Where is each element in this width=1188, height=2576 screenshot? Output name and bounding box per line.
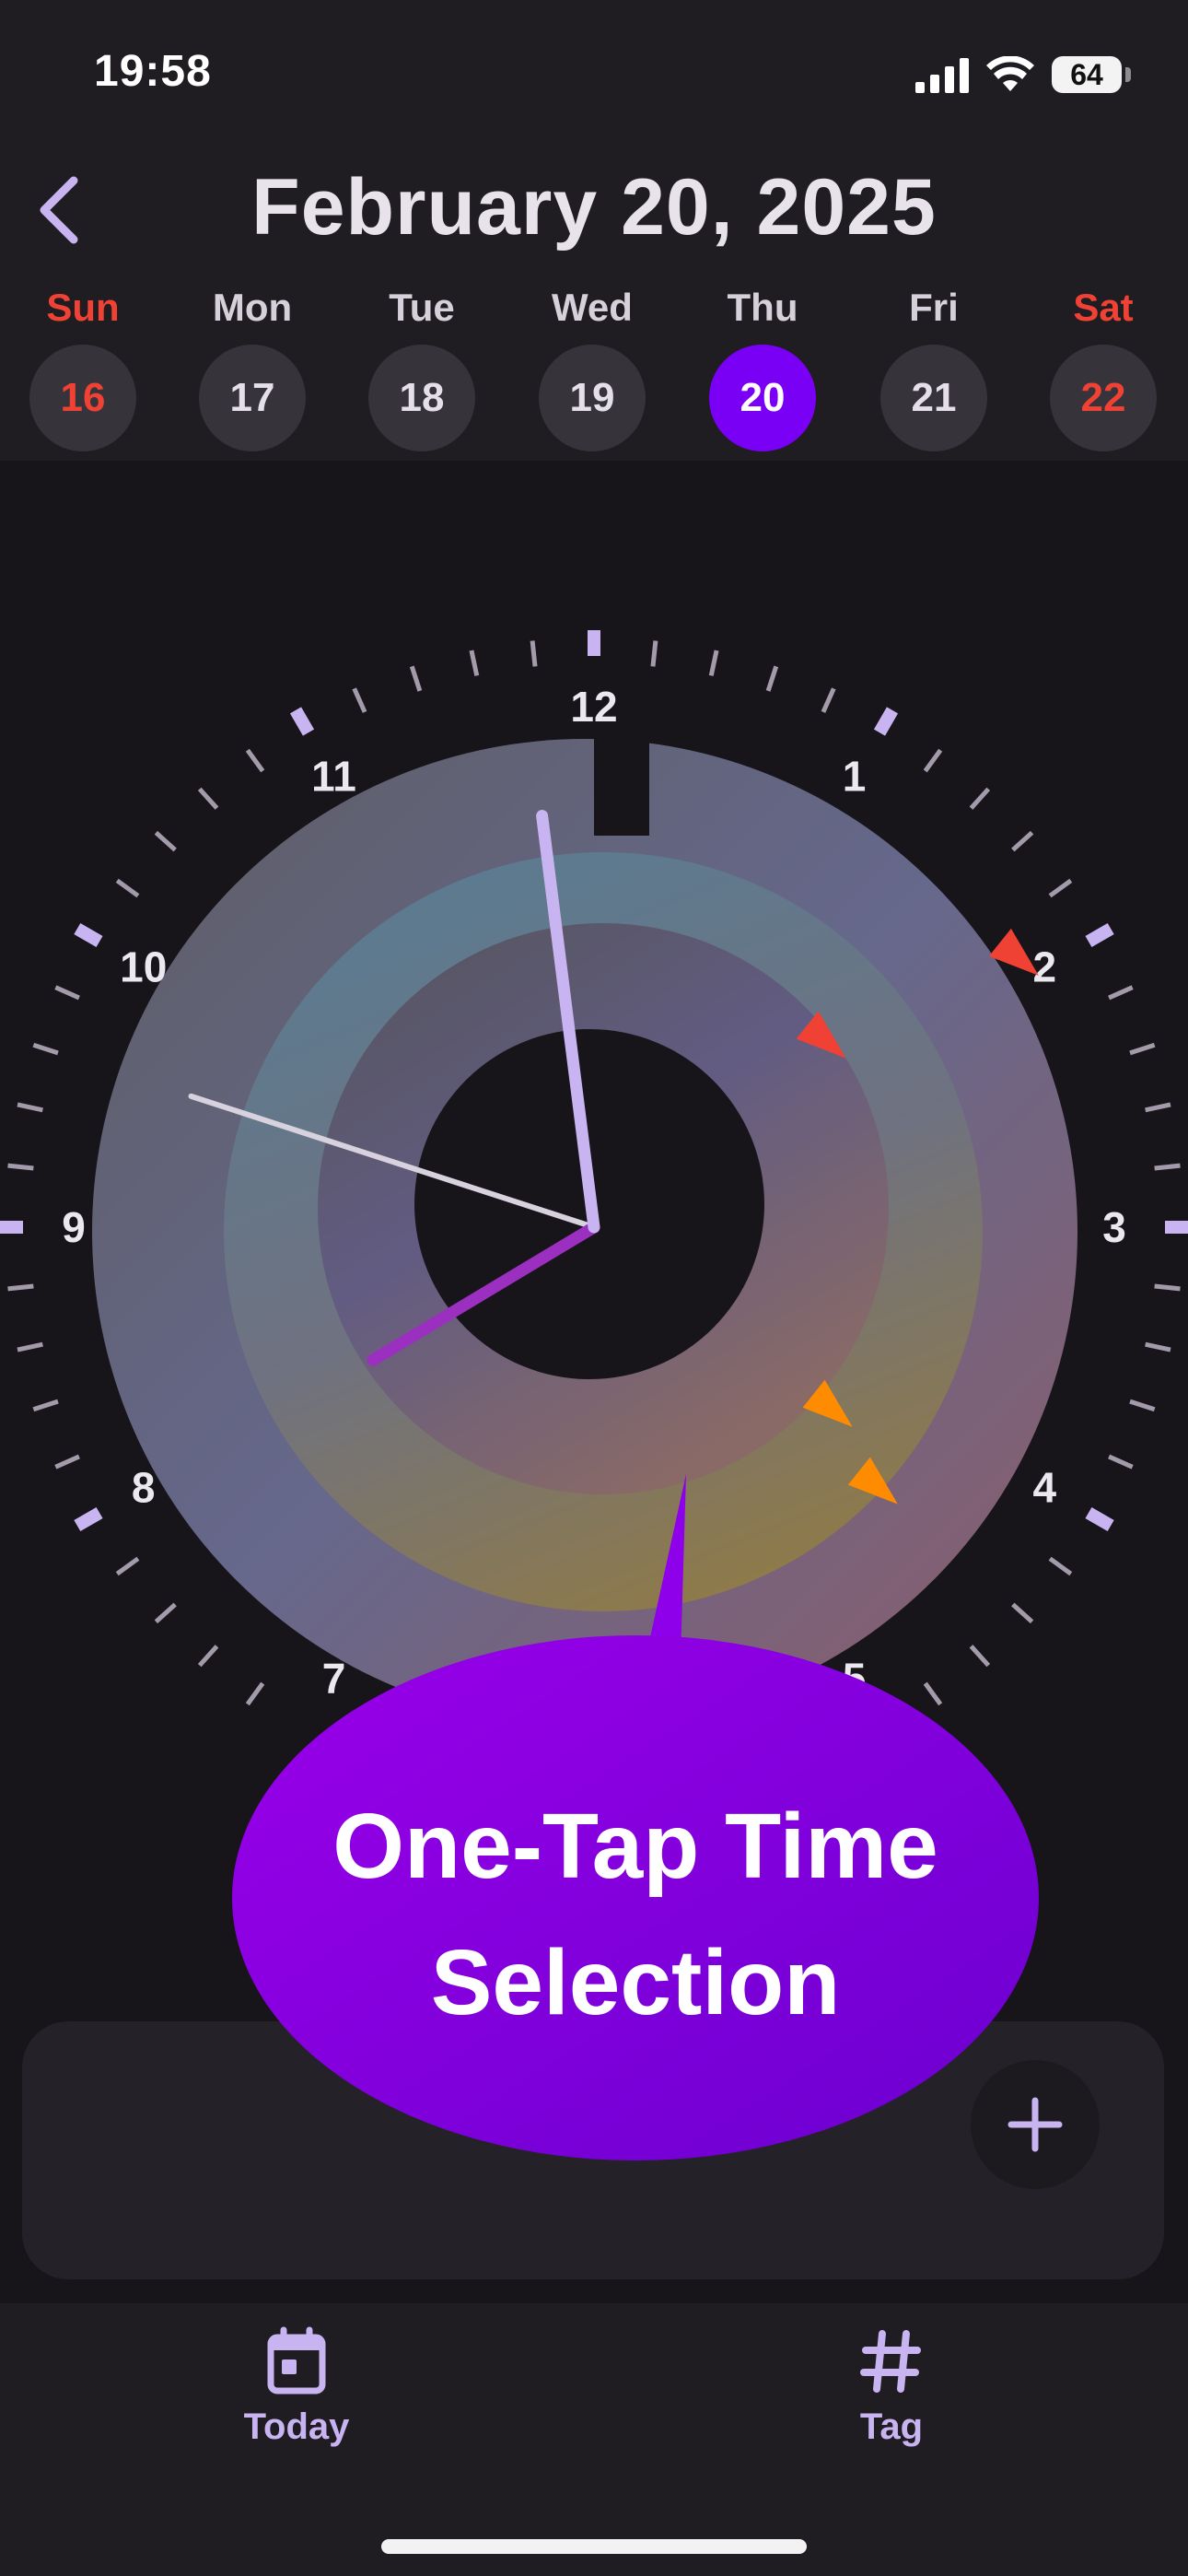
minor-tick bbox=[154, 1602, 177, 1624]
tab-today[interactable]: Today bbox=[177, 2326, 416, 2448]
minor-tick bbox=[352, 687, 367, 713]
minor-tick bbox=[115, 1556, 140, 1576]
outer-ring-gap bbox=[594, 725, 649, 836]
minor-tick bbox=[409, 665, 423, 692]
day-fri[interactable]: Fri 21 bbox=[879, 286, 989, 451]
hour-number: 8 bbox=[132, 1464, 156, 1512]
calendar-icon bbox=[267, 2326, 326, 2395]
status-time: 19:58 bbox=[94, 47, 212, 96]
minor-tick bbox=[197, 787, 219, 810]
minor-tick bbox=[969, 787, 991, 810]
hour-number: 10 bbox=[120, 943, 167, 991]
day-sun[interactable]: Sun 16 bbox=[28, 286, 138, 451]
major-tick bbox=[1085, 922, 1114, 948]
day-label: Thu bbox=[727, 286, 798, 329]
day-tue[interactable]: Tue 18 bbox=[367, 286, 477, 451]
minor-tick bbox=[1108, 1454, 1134, 1469]
day-label: Sun bbox=[46, 286, 120, 329]
minor-tick bbox=[245, 748, 265, 773]
day-number[interactable]: 17 bbox=[199, 345, 306, 451]
minor-tick bbox=[54, 985, 80, 1001]
minor-tick bbox=[469, 650, 480, 676]
minor-tick bbox=[1145, 1102, 1171, 1113]
minor-tick bbox=[650, 640, 658, 667]
hour-number: 12 bbox=[570, 683, 617, 731]
page-title: February 20, 2025 bbox=[251, 163, 937, 252]
minor-tick bbox=[1145, 1341, 1171, 1352]
day-thu[interactable]: Thu 20 bbox=[707, 286, 818, 451]
minor-tick bbox=[1154, 1283, 1181, 1292]
day-label: Tue bbox=[389, 286, 455, 329]
callout-line-1: One-Tap Time bbox=[332, 1795, 938, 1898]
day-mon[interactable]: Mon 17 bbox=[197, 286, 308, 451]
minor-tick bbox=[1011, 830, 1034, 852]
minor-tick bbox=[1154, 1163, 1181, 1171]
major-tick bbox=[873, 707, 899, 736]
minor-tick bbox=[197, 1645, 219, 1668]
status-icons: 64 bbox=[915, 52, 1131, 98]
callout-line-2: Selection bbox=[430, 1931, 841, 2034]
hour-number: 3 bbox=[1102, 1203, 1126, 1251]
minor-tick bbox=[154, 830, 177, 852]
hour-number: 1 bbox=[843, 753, 867, 801]
minor-tick bbox=[32, 1042, 59, 1056]
day-number[interactable]: 19 bbox=[539, 345, 646, 451]
day-label: Mon bbox=[212, 286, 293, 329]
tab-tag[interactable]: Tag bbox=[772, 2326, 1011, 2448]
minor-tick bbox=[1048, 1556, 1073, 1576]
day-label: Sat bbox=[1073, 286, 1134, 329]
battery-tip bbox=[1125, 67, 1131, 82]
minor-tick bbox=[1129, 1399, 1156, 1412]
minor-tick bbox=[32, 1399, 59, 1412]
minor-tick bbox=[7, 1283, 34, 1292]
day-number[interactable]: 16 bbox=[29, 345, 136, 451]
day-sat[interactable]: Sat 22 bbox=[1048, 286, 1159, 451]
top-bar: 19:58 64 February 20, 2025 Sun 16 Mon 17 Tue… bbox=[0, 0, 1188, 461]
day-number[interactable]: 21 bbox=[880, 345, 987, 451]
tab-tag-label: Tag bbox=[859, 2406, 924, 2447]
hour-number: 2 bbox=[1033, 943, 1057, 991]
minor-tick bbox=[1129, 1042, 1156, 1056]
minor-tick bbox=[1108, 985, 1134, 1001]
minor-tick bbox=[54, 1454, 80, 1469]
day-wed[interactable]: Wed 19 bbox=[537, 286, 647, 451]
minor-tick bbox=[923, 748, 943, 773]
minor-tick bbox=[17, 1102, 43, 1113]
day-label: Fri bbox=[909, 286, 959, 329]
wifi-icon bbox=[986, 56, 1034, 91]
major-tick bbox=[74, 1506, 103, 1532]
signal-icon bbox=[915, 58, 969, 93]
hour-number: 9 bbox=[62, 1203, 86, 1251]
minor-tick bbox=[1048, 878, 1073, 898]
battery-level: 64 bbox=[1070, 57, 1103, 91]
home-indicator bbox=[381, 2539, 807, 2554]
day-number[interactable]: 18 bbox=[368, 345, 475, 451]
minor-tick bbox=[530, 640, 538, 667]
day-number[interactable]: 22 bbox=[1050, 345, 1157, 451]
minor-tick bbox=[708, 650, 719, 676]
battery-indicator: 64 bbox=[1052, 56, 1122, 93]
hour-number: 11 bbox=[311, 753, 356, 801]
day-number-selected[interactable]: 20 bbox=[709, 345, 816, 451]
major-tick bbox=[289, 707, 315, 736]
day-label: Wed bbox=[552, 286, 633, 329]
minor-tick bbox=[821, 687, 836, 713]
week-strip: Sun 16 Mon 17 Tue 18 Wed 19 Thu 20 Fri 21 Sat 22 bbox=[0, 286, 1188, 451]
hashtag-icon bbox=[860, 2330, 921, 2393]
minor-tick bbox=[115, 878, 140, 898]
callout-text: One-Tap Time Selection bbox=[230, 1778, 1041, 2051]
minor-tick bbox=[17, 1341, 43, 1352]
minor-tick bbox=[765, 665, 779, 692]
tab-today-label: Today bbox=[243, 2406, 350, 2447]
major-tick bbox=[74, 922, 103, 948]
minor-tick bbox=[7, 1163, 34, 1171]
major-tick bbox=[1085, 1506, 1114, 1532]
